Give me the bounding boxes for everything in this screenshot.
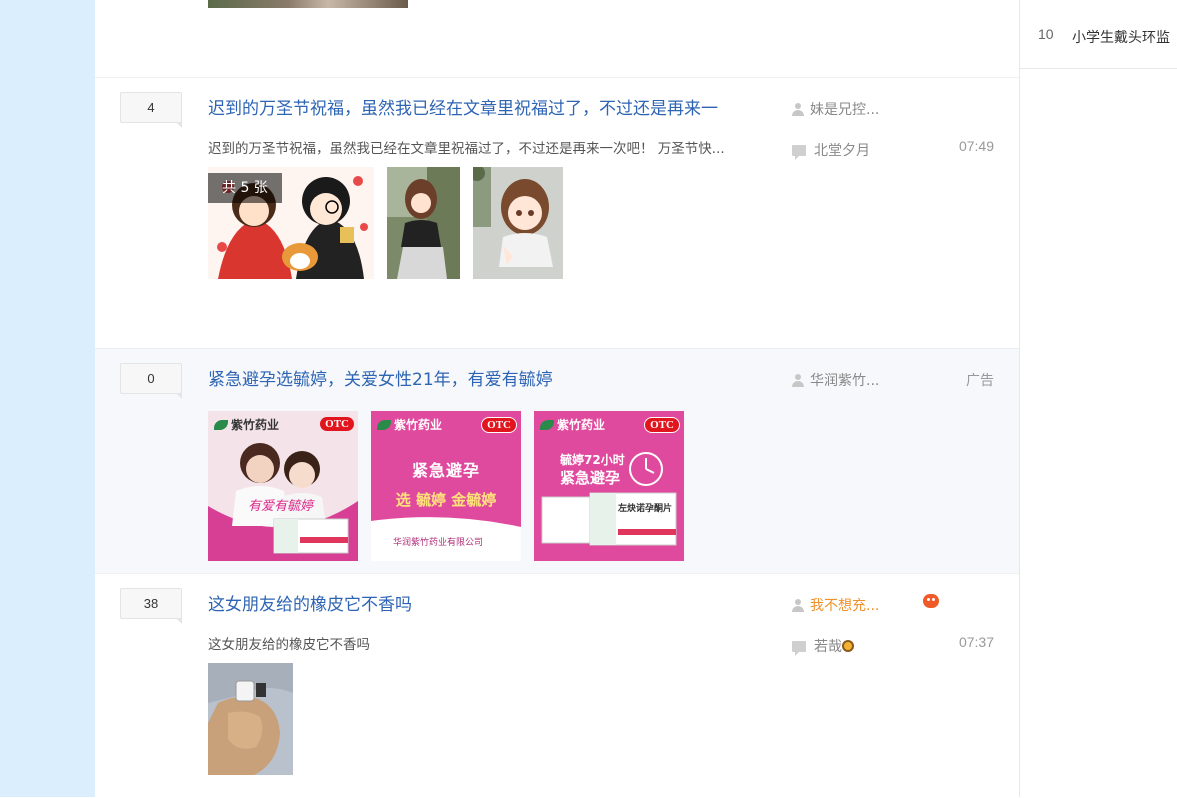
ad-headline-1: 毓婷72小时 (560, 453, 625, 467)
rank-number: 10 (1038, 26, 1054, 42)
thread-author[interactable]: 妹是兄控... (792, 99, 879, 119)
thread-item: 4 迟到的万圣节祝福，虽然我已经在文章里祝福过了，不过还是再来一 妹是兄控...… (95, 77, 1019, 348)
ad-brand-logo: 紫竹药业 (540, 416, 605, 433)
user-icon (792, 373, 804, 387)
hot-rank-item[interactable]: 10 小学生戴头环监 (1020, 0, 1177, 69)
last-reply-time: 07:49 (958, 138, 994, 154)
thread-author[interactable]: 华润紫竹... (792, 370, 879, 390)
ad-subline: 选 毓婷 金毓婷 (395, 491, 497, 509)
ad-image[interactable]: 紫竹药业 OTC 有爱有毓婷 (208, 411, 358, 561)
last-replier[interactable]: 若哉 (792, 636, 854, 656)
thread-title-link[interactable]: 迟到的万圣节祝福，虽然我已经在文章里祝福过了，不过还是再来一 (208, 94, 768, 119)
author-name[interactable]: 妹是兄控... (810, 99, 879, 119)
sunflower-icon (842, 640, 854, 652)
otc-badge: OTC (644, 417, 680, 433)
thread-item-ad: 0 紧急避孕选毓婷，关爱女性21年，有爱有毓婷 华润紫竹... 广告 紫竹药业 … (95, 348, 1019, 574)
thread-image[interactable] (208, 663, 293, 775)
anime-girl-sitting-illustration (387, 167, 460, 279)
thread-item: 38 这女朋友给的橡皮它不香吗 我不想充... 这女朋友给的橡皮它不香吗 若哉 … (95, 573, 1019, 798)
leaf-logo-icon (377, 419, 391, 430)
ad-couple-photo (208, 411, 358, 561)
hand-holding-eraser-photo (208, 663, 293, 775)
comment-icon (792, 144, 806, 160)
thread-abstract: 这女朋友给的橡皮它不香吗 (208, 637, 370, 653)
thread-image[interactable] (473, 167, 563, 279)
reply-count-badge: 0 (120, 363, 182, 399)
game-controller-icon (923, 594, 939, 608)
thread-image[interactable]: 共 5 张 (208, 167, 374, 279)
thread-thumbnails (208, 663, 293, 775)
left-background-strip (0, 0, 95, 797)
rank-title[interactable]: 小学生戴头环监 (1072, 27, 1170, 47)
ad-brand-logo: 紫竹药业 (214, 416, 279, 433)
image-count-overlay: 共 5 张 (208, 173, 282, 203)
ad-label: 广告 (966, 373, 994, 389)
author-name[interactable]: 我不想充... (810, 595, 879, 615)
reply-count-badge: 4 (120, 92, 182, 128)
prev-thread-image-remnant[interactable] (208, 0, 408, 8)
ad-box-label: 左炔诺孕酮片 (618, 504, 673, 514)
thread-thumbnails: 共 5 张 (208, 167, 563, 279)
ad-footer: 华润紫竹药业有限公司 (393, 538, 484, 548)
author-name[interactable]: 华润紫竹... (810, 370, 879, 390)
thread-list: 4 迟到的万圣节祝福，虽然我已经在文章里祝福过了，不过还是再来一 妹是兄控...… (95, 0, 1020, 797)
thread-title-link[interactable]: 这女朋友给的橡皮它不香吗 (208, 590, 768, 615)
ad-brand-logo: 紫竹药业 (377, 416, 442, 433)
otc-badge: OTC (481, 417, 517, 433)
right-sidebar: 10 小学生戴头环监 (1020, 0, 1177, 797)
anime-girl-crouching-illustration (473, 167, 563, 279)
ad-images: 紫竹药业 OTC 有爱有毓婷 紫竹药业 OTC 紧急避孕 选 毓婷 金毓婷 华润… (208, 411, 684, 561)
last-reply-time: 07:37 (958, 634, 994, 650)
leaf-logo-icon (540, 419, 554, 430)
comment-icon (792, 640, 806, 656)
user-icon (792, 102, 804, 116)
otc-badge: OTC (320, 417, 354, 431)
thread-image[interactable] (387, 167, 460, 279)
thread-title-link[interactable]: 紧急避孕选毓婷，关爱女性21年，有爱有毓婷 (208, 365, 768, 390)
ad-image[interactable]: 紫竹药业 OTC 毓婷72小时 紧急避孕 左炔诺孕酮片 (534, 411, 684, 561)
last-replier[interactable]: 北堂夕月 (792, 140, 870, 160)
leaf-logo-icon (214, 419, 228, 430)
ad-caption: 有爱有毓婷 (248, 499, 314, 514)
thread-author[interactable]: 我不想充... (792, 595, 879, 615)
ad-headline-2: 紧急避孕 (560, 469, 621, 487)
reply-count-badge: 38 (120, 588, 182, 624)
last-replier-name[interactable]: 若哉 (814, 636, 842, 656)
user-icon (792, 598, 804, 612)
thread-abstract: 迟到的万圣节祝福，虽然我已经在文章里祝福过了，不过还是再来一次吧！ 万圣节快..… (208, 141, 725, 157)
last-replier-name[interactable]: 北堂夕月 (814, 140, 870, 160)
ad-image[interactable]: 紫竹药业 OTC 紧急避孕 选 毓婷 金毓婷 华润紫竹药业有限公司 (371, 411, 521, 561)
ad-headline: 紧急避孕 (411, 461, 480, 480)
